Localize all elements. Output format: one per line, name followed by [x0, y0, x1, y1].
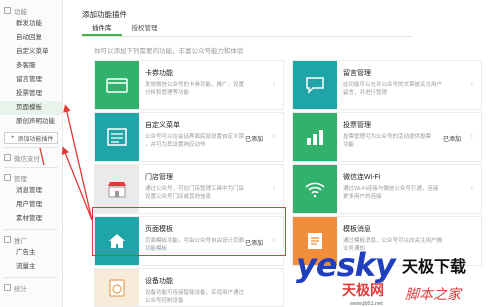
plugin-card-vote[interactable]: 投票管理 投票管理可为公众号的活动提供投票 功能 已添加 › [292, 112, 482, 162]
sidebar-item-advertiser[interactable]: 广告主 [0, 246, 62, 260]
status-added: 已添加 [442, 137, 461, 143]
sidebar-item-materials[interactable]: 素材管理 [0, 212, 62, 226]
sidebar-item-users[interactable]: 用户管理 [0, 198, 62, 212]
sidebar-divider [4, 277, 58, 278]
sidebar-divider [4, 167, 58, 168]
sidebar-item-traffic-owner[interactable]: 流量主 [0, 260, 62, 274]
sidebar-item-original-claim[interactable]: 原创声明功能 [0, 115, 62, 129]
chevron-right-icon: › [272, 185, 275, 192]
sidebar-item-auto-reply[interactable]: 自动回复 [0, 31, 62, 45]
chart-icon [293, 113, 337, 161]
sidebar-item-messages[interactable]: 消息管理 [0, 184, 62, 198]
tab-bar: 插件库 授权管理 [82, 21, 412, 37]
sidebar-item-mass-send[interactable]: 群发功能 [0, 17, 62, 31]
stats-group-icon [4, 284, 11, 291]
tab-plugin-library[interactable]: 插件库 [82, 21, 122, 36]
add-plugin-button[interactable]: + 添加功能插件 [4, 132, 58, 144]
sidebar-item-customer-service[interactable]: 多客服 [0, 59, 62, 73]
chevron-right-icon: › [470, 185, 473, 192]
highlight-box [92, 207, 286, 256]
sidebar-item-vote[interactable]: 投票管理 [0, 87, 62, 101]
page-title: 添加功能插件 [82, 10, 127, 19]
sidebar-divider [4, 147, 58, 148]
sidebar-item-custom-menu[interactable]: 自定义菜单 [0, 45, 62, 59]
store-icon [95, 165, 139, 213]
plugin-card-comments[interactable]: 留言管理 此功能可以允许公众号的文章被关注用户 留言，并进行管理 › [292, 60, 482, 110]
message-icon [293, 61, 337, 109]
menu-icon [95, 113, 139, 161]
sidebar-divider [4, 229, 58, 230]
chevron-right-icon: › [272, 81, 275, 88]
sidebar-group-manage: 管理 [0, 171, 62, 184]
sidebar-item-page-template[interactable]: 页面模板 [0, 101, 62, 115]
plugin-card-wifi[interactable]: 微信连Wi-Fi 通过Wi-Fi连接与微信公众号打通，连接 更多用户的连接 › [292, 164, 482, 214]
sidebar-group-promotion: 推广 [0, 233, 62, 246]
status-added: 已添加 [244, 137, 263, 143]
manage-group-icon [4, 174, 11, 181]
sidebar: 功能 群发功能 自动回复 自定义菜单 多客服 留言管理 投票管理 页面模板 原创… [0, 0, 63, 307]
chevron-right-icon: › [470, 81, 473, 88]
chevron-right-icon: › [470, 133, 473, 140]
sidebar-group-features: 功能 [0, 4, 62, 17]
tab-authorization[interactable]: 授权管理 [122, 21, 168, 36]
feature-group-icon [4, 7, 11, 14]
watermark: yesky 天极下载 天极网 脚本之家 www.jb51.net [290, 246, 500, 307]
plus-icon: + [11, 135, 15, 141]
promotion-group-icon [4, 236, 11, 243]
page-description: 你可以添加下列需要的功能，丰富公众号能力和体验 [94, 48, 244, 55]
sidebar-group-stats[interactable]: 统计 [0, 281, 62, 294]
washer-icon [95, 269, 139, 306]
chevron-right-icon: › [272, 133, 275, 140]
plugin-card-custom-menu[interactable]: 自定义菜单 公众号可以在会话界面底部设置自定义菜单 ，并可为其设置响应动作 已添… [94, 112, 284, 162]
watermark-tianji2: 天极网 [342, 282, 384, 298]
watermark-url: www.jb51.net [350, 301, 383, 307]
sidebar-group-wechat-pay[interactable]: 微信支付 [0, 151, 62, 164]
plugin-card-device[interactable]: 设备功能 设备功能可连接智能设备，实现用户通过 公众号控制设备 [94, 268, 284, 307]
watermark-tianji: 天极下载 [402, 257, 467, 276]
card-icon [95, 61, 139, 109]
watermark-jiaoben: 脚本之家 [405, 286, 461, 302]
sidebar-item-comments[interactable]: 留言管理 [0, 73, 62, 87]
wifi-icon [293, 165, 337, 213]
pay-group-icon [4, 154, 11, 161]
watermark-yesky: yesky [296, 246, 396, 284]
plugin-card-coupons[interactable]: 卡券功能 发放微信公众号的卡券功能，推广，设置 分析和管理等功能 › [94, 60, 284, 110]
